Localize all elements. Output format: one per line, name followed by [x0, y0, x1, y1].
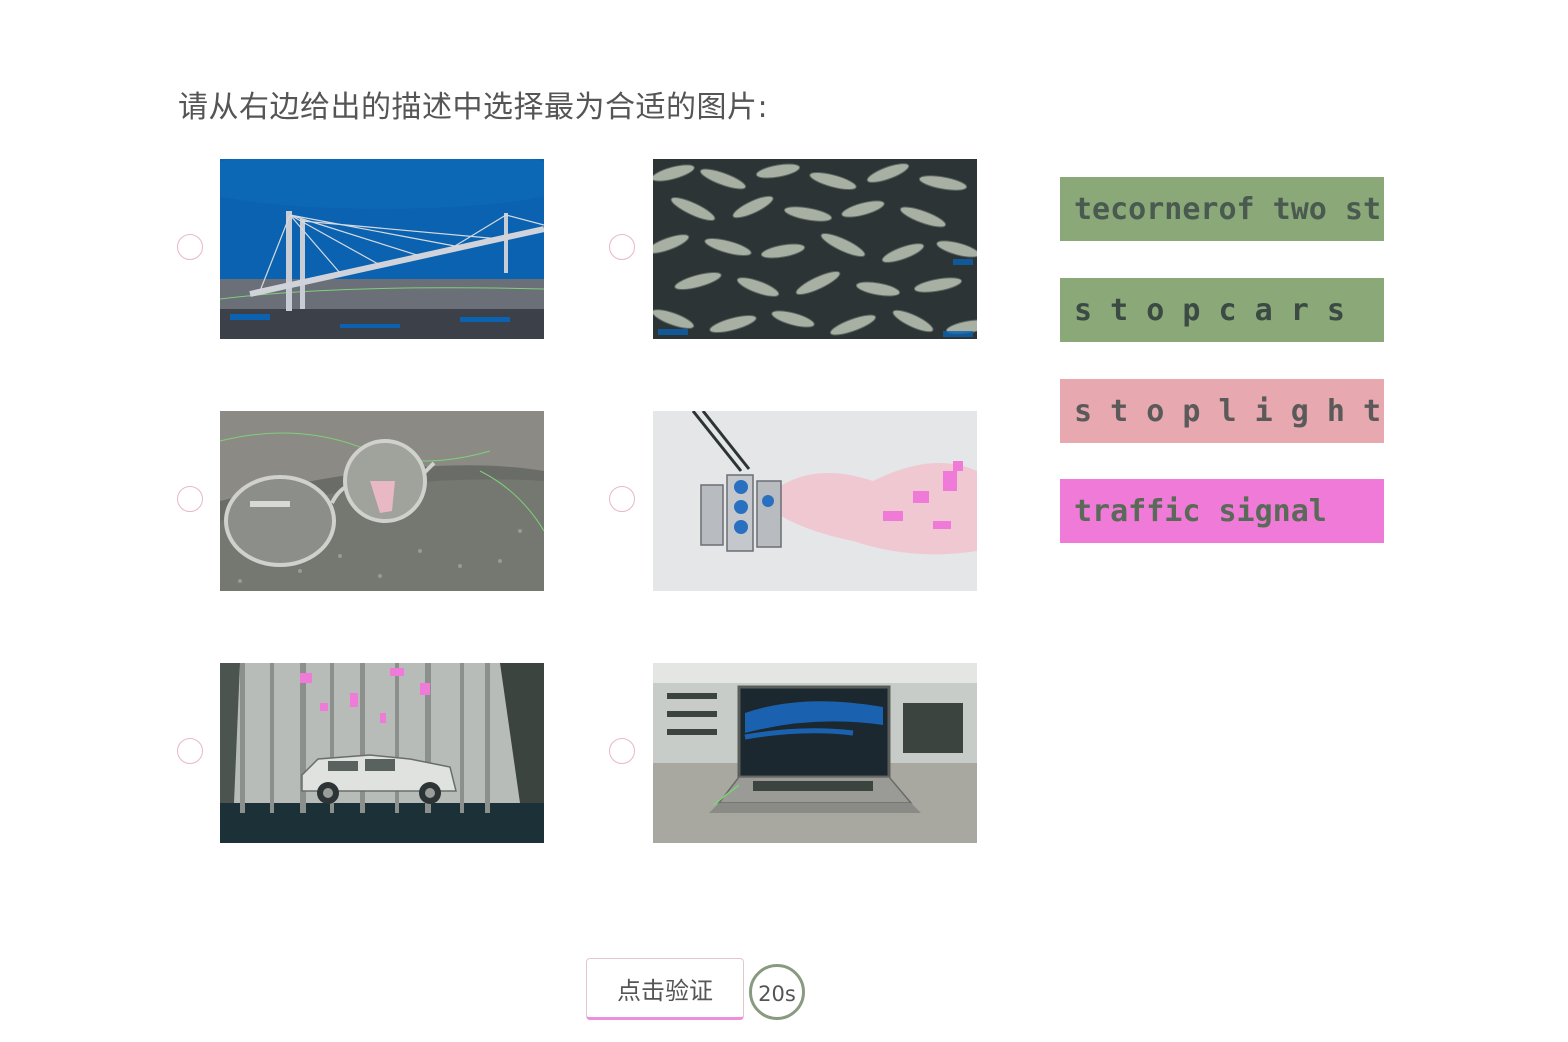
- caption-stop-cars: s t o p c a r s: [1060, 278, 1384, 342]
- fish-pile-image: [653, 159, 977, 339]
- caption-text: tecornerof two streets: [1074, 191, 1384, 227]
- option-radio-traffic-light[interactable]: [609, 486, 635, 512]
- option-image-car-forest[interactable]: [220, 663, 544, 843]
- caption-text: s t o p l i g h t: [1074, 393, 1382, 429]
- caption-text: traffic signal: [1074, 493, 1327, 529]
- option-image-fish[interactable]: [653, 159, 977, 339]
- option-radio-laptop[interactable]: [609, 738, 635, 764]
- option-radio-glasses[interactable]: [177, 486, 203, 512]
- suspension-bridge-image: [220, 159, 544, 339]
- option-radio-bridge[interactable]: [177, 234, 203, 260]
- caption-corner-of-two-streets: tecornerof two streets: [1060, 177, 1384, 241]
- captcha-prompt: 请从右边给出的描述中选择最为合适的图片:: [178, 90, 769, 125]
- traffic-light-image: [653, 411, 977, 591]
- caption-stoplight: s t o p l i g h t: [1060, 379, 1384, 443]
- option-image-bridge[interactable]: [220, 159, 544, 339]
- countdown-timer: 20s: [749, 964, 805, 1020]
- caption-traffic-signal: traffic signal: [1060, 479, 1384, 543]
- caption-text: s t o p c a r s: [1074, 292, 1345, 328]
- captcha-page: 请从右边给出的描述中选择最为合适的图片: tecornerof two st s…: [0, 0, 1568, 1042]
- option-image-glasses[interactable]: [220, 411, 544, 591]
- option-radio-fish[interactable]: [609, 234, 635, 260]
- verify-button[interactable]: 点击验证: [586, 958, 744, 1020]
- option-image-laptop[interactable]: [653, 663, 977, 843]
- car-in-forest-image: [220, 663, 544, 843]
- option-radio-car-forest[interactable]: [177, 738, 203, 764]
- option-image-traffic-light[interactable]: [653, 411, 977, 591]
- laptop-on-table-image: [653, 663, 977, 843]
- eyeglasses-image: [220, 411, 544, 591]
